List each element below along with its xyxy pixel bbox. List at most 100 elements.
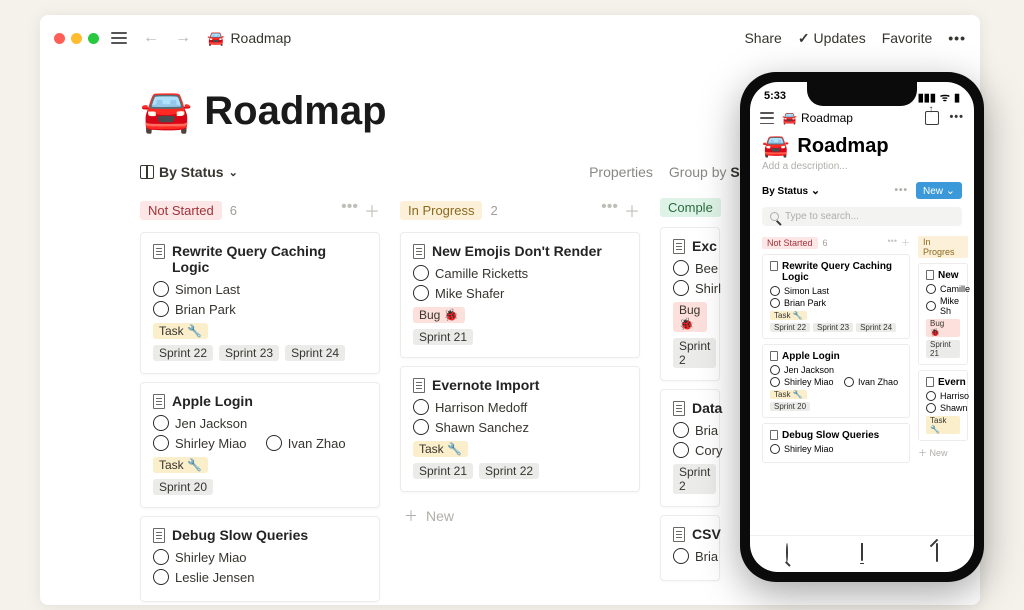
column-more-icon[interactable]: ••• [341,198,358,222]
assignee: Shawn Sanchez [413,419,627,435]
menu-button[interactable] [107,28,131,48]
phone-board: Not Started6•••＋ Rewrite Query Caching L… [750,230,974,474]
page-icon [413,378,425,393]
phone-time: 5:33 [764,90,786,105]
type-tag: Task 🔧 [413,441,468,457]
column-more-icon[interactable]: ••• [888,236,897,249]
properties-button[interactable]: Properties [589,164,653,180]
status-badge[interactable]: In Progress [400,201,482,220]
assignee: Camille Ricketts [413,265,627,281]
card[interactable]: Data Bria Cory Sprint 2 [660,389,720,507]
breadcrumb[interactable]: 🚘 Roadmap [207,30,291,47]
card[interactable]: CSV Bria [660,515,720,581]
column-count: 2 [490,203,497,218]
assignee: Simon Last [153,281,367,297]
column-more-icon[interactable]: ••• [601,198,618,222]
nav-back-button[interactable]: ← [139,25,163,51]
traffic-lights [54,33,99,44]
page-title-text[interactable]: Roadmap [797,135,888,158]
column-not-started: Not Started6•••＋ Rewrite Query Caching L… [762,236,910,468]
phone-screen: 5:33 ▮▮▮ᯤ▮ 🚘Roadmap ••• 🚘 Roadmap Add a … [750,82,974,572]
breadcrumb-label: Roadmap [230,30,291,46]
column-count: 6 [230,203,237,218]
page-icon [673,239,685,254]
titlebar: ← → 🚘 Roadmap Share ✓Updates Favorite ••… [40,15,980,61]
column-in-progress: In Progres New Camille Mike Sh Bug 🐞 Spr… [918,236,968,468]
view-selector[interactable]: By Status ⌄ [762,184,820,197]
signal-icon: ▮▮▮ [918,91,936,104]
assignee: Brian Park [153,301,367,317]
page-title-text[interactable]: Roadmap [204,89,386,134]
column-add-button[interactable]: ＋ [624,198,640,222]
more-icon[interactable]: ••• [949,111,964,125]
phone-tabbar [750,535,974,572]
new-card-button[interactable]: ＋New [400,500,640,532]
menu-button[interactable] [760,112,774,124]
share-button[interactable]: Share [744,30,781,46]
more-icon[interactable]: ••• [894,185,908,196]
card[interactable]: New Camille Mike Sh Bug 🐞 Sprint 21 [918,263,968,365]
page-icon [153,244,165,259]
updates-button[interactable]: ✓Updates [798,30,866,47]
status-badge[interactable]: Not Started [762,237,818,249]
wifi-icon: ᯤ [940,90,950,105]
breadcrumb[interactable]: 🚘Roadmap [782,111,853,125]
card[interactable]: Apple Login Jen Jackson Shirley Miao Iva… [140,382,380,508]
column-add-button[interactable]: ＋ [901,236,910,249]
close-icon[interactable] [54,33,65,44]
page-icon[interactable]: 🚘 [140,87,192,136]
avatar [413,419,429,435]
card[interactable]: Evern Harriso Shawn Task 🔧 [918,370,968,441]
share-icon[interactable] [925,111,939,125]
sprint-tag: Sprint 22 [153,345,213,361]
notifications-tab[interactable] [861,544,863,562]
phone-topbar: 🚘Roadmap ••• [750,107,974,129]
page-icon [153,394,165,409]
sprint-tag: Sprint 24 [285,345,345,361]
favorite-button[interactable]: Favorite [882,30,933,46]
card[interactable]: Exc Bee Shirl Bug 🐞 Sprint 2 [660,227,720,381]
card[interactable]: Rewrite Query Caching Logic Simon Last B… [140,232,380,374]
card[interactable]: Evernote Import Harrison Medoff Shawn Sa… [400,366,640,492]
breadcrumb-icon: 🚘 [207,30,224,47]
sprint-tag: Sprint 20 [153,479,213,495]
assignee: Shirley Miao Ivan Zhao [153,435,367,451]
compose-tab[interactable] [936,544,938,562]
avatar [153,435,169,451]
new-card-button[interactable]: ＋ New [918,446,968,459]
status-badge[interactable]: Comple [660,198,721,217]
phone-mockup: 5:33 ▮▮▮ᯤ▮ 🚘Roadmap ••• 🚘 Roadmap Add a … [740,72,984,582]
card[interactable]: Apple Login Jen Jackson Shirley Miao Iva… [762,344,910,418]
card[interactable]: Debug Slow Queries Shirley Miao Leslie J… [140,516,380,602]
more-icon[interactable]: ••• [948,30,966,46]
sprint-tag: Sprint 23 [219,345,279,361]
column-in-progress: In Progress 2 ••• ＋ New Emojis Don't Rend… [400,198,640,605]
minimize-icon[interactable] [71,33,82,44]
card[interactable]: Rewrite Query Caching Logic Simon Last B… [762,254,910,339]
page-icon[interactable]: 🚘 [762,133,789,159]
new-button[interactable]: New ⌄ [916,182,962,199]
type-tag: Task 🔧 [153,457,208,473]
search-tab[interactable] [786,544,788,562]
card[interactable]: New Emojis Don't Render Camille Ricketts… [400,232,640,358]
board-view-icon [140,165,154,179]
zoom-icon[interactable] [88,33,99,44]
sprint-tag: Sprint 22 [479,463,539,479]
view-selector[interactable]: By Status ⌄ [140,164,238,180]
page-icon [413,244,425,259]
status-badge[interactable]: Not Started [140,201,222,220]
column-add-button[interactable]: ＋ [364,198,380,222]
avatar [266,435,282,451]
sprint-tag: Sprint 21 [413,463,473,479]
nav-forward-button[interactable]: → [171,25,195,51]
page-icon [153,528,165,543]
card[interactable]: Debug Slow Queries Shirley Miao [762,423,910,463]
description-placeholder[interactable]: Add a description... [750,159,974,178]
avatar [153,549,169,565]
avatar [413,285,429,301]
status-badge[interactable]: In Progres [918,236,968,258]
search-input[interactable]: Type to search... [762,207,962,226]
avatar [153,281,169,297]
assignee: Harrison Medoff [413,399,627,415]
avatar [153,415,169,431]
